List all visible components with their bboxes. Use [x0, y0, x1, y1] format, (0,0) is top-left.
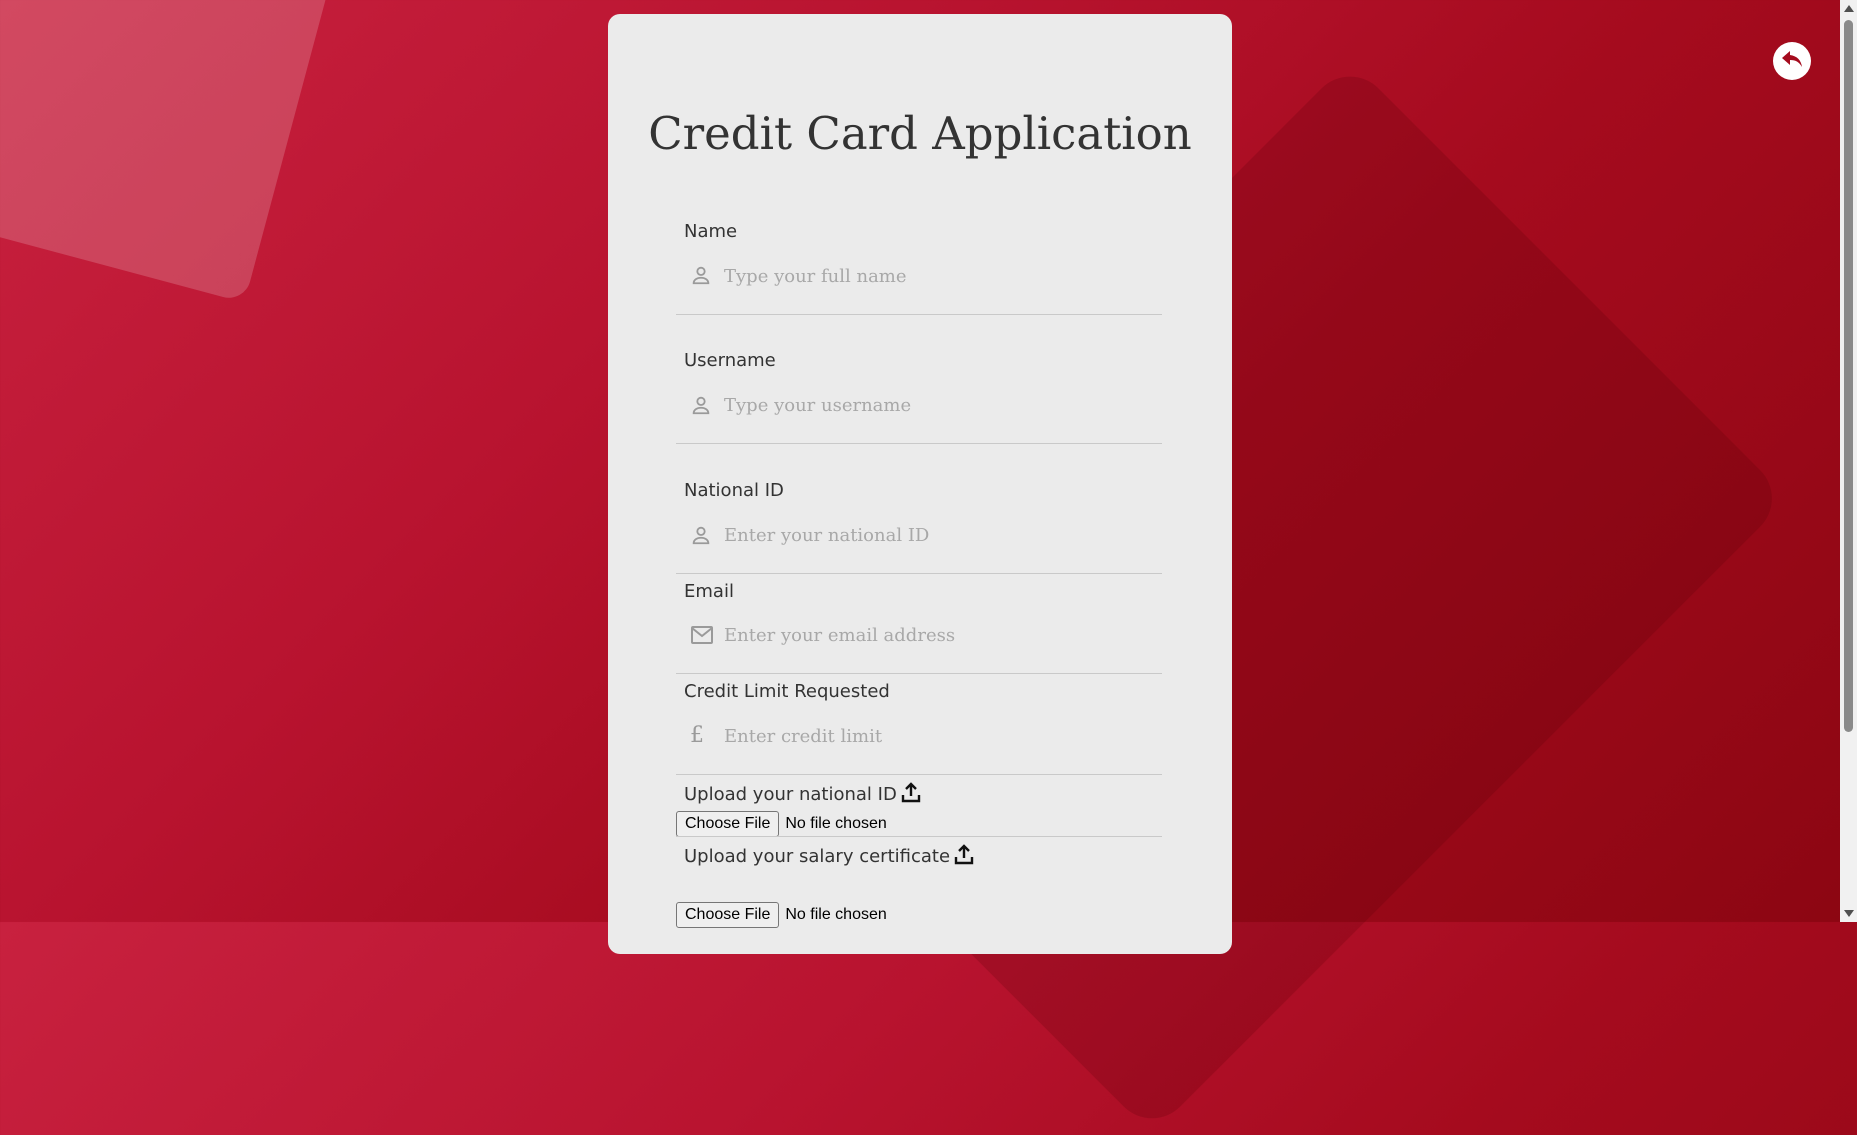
vertical-scrollbar[interactable]	[1840, 0, 1857, 922]
salary-certificate-choose-file-button[interactable]: Choose File	[676, 902, 780, 928]
upload-salary-certificate-label: Upload your salary certificate	[684, 843, 974, 870]
application-form-card: Credit Card Application Name Username Na…	[608, 14, 1232, 954]
salary-certificate-file-status: No file chosen	[785, 906, 887, 923]
email-label: Email	[684, 581, 734, 602]
name-underline	[676, 314, 1162, 315]
email-underline	[676, 673, 1162, 674]
name-label: Name	[684, 221, 738, 242]
credit-limit-input[interactable]	[724, 721, 1144, 751]
national-id-choose-file-button[interactable]: Choose File	[676, 811, 780, 837]
user-icon	[690, 394, 716, 418]
pound-icon: £	[690, 723, 704, 748]
scroll-up-arrow-icon[interactable]	[1844, 5, 1854, 12]
salary-certificate-file-row: Choose File No file chosen	[676, 902, 887, 928]
national-id-file-row: Choose File No file chosen	[676, 811, 887, 837]
credit-limit-label: Credit Limit Requested	[684, 681, 890, 702]
national-id-label: National ID	[684, 480, 784, 501]
email-input[interactable]	[724, 620, 1144, 650]
credit-limit-underline	[676, 774, 1162, 775]
upload-icon	[901, 781, 921, 808]
background-decoration-square	[0, 0, 343, 303]
back-button[interactable]	[1773, 42, 1811, 80]
user-icon	[690, 524, 716, 548]
national-id-file-status: No file chosen	[785, 815, 887, 832]
reply-arrow-icon	[1781, 50, 1803, 72]
form-title: Credit Card Application	[648, 107, 1192, 160]
scrollbar-thumb[interactable]	[1844, 20, 1853, 732]
national-id-input[interactable]	[724, 520, 1144, 550]
upload-national-id-text: Upload your national ID	[684, 784, 897, 805]
scroll-down-arrow-icon[interactable]	[1844, 910, 1854, 917]
name-input[interactable]	[724, 261, 1144, 291]
username-label: Username	[684, 350, 776, 371]
mail-icon	[690, 625, 716, 649]
user-icon	[690, 264, 716, 288]
username-underline	[676, 443, 1162, 444]
upload-icon	[954, 843, 974, 870]
upload-national-id-label: Upload your national ID	[684, 781, 921, 808]
upload-divider	[676, 836, 1162, 837]
upload-salary-certificate-text: Upload your salary certificate	[684, 846, 951, 867]
username-input[interactable]	[724, 390, 1144, 420]
national-id-underline	[676, 573, 1162, 574]
